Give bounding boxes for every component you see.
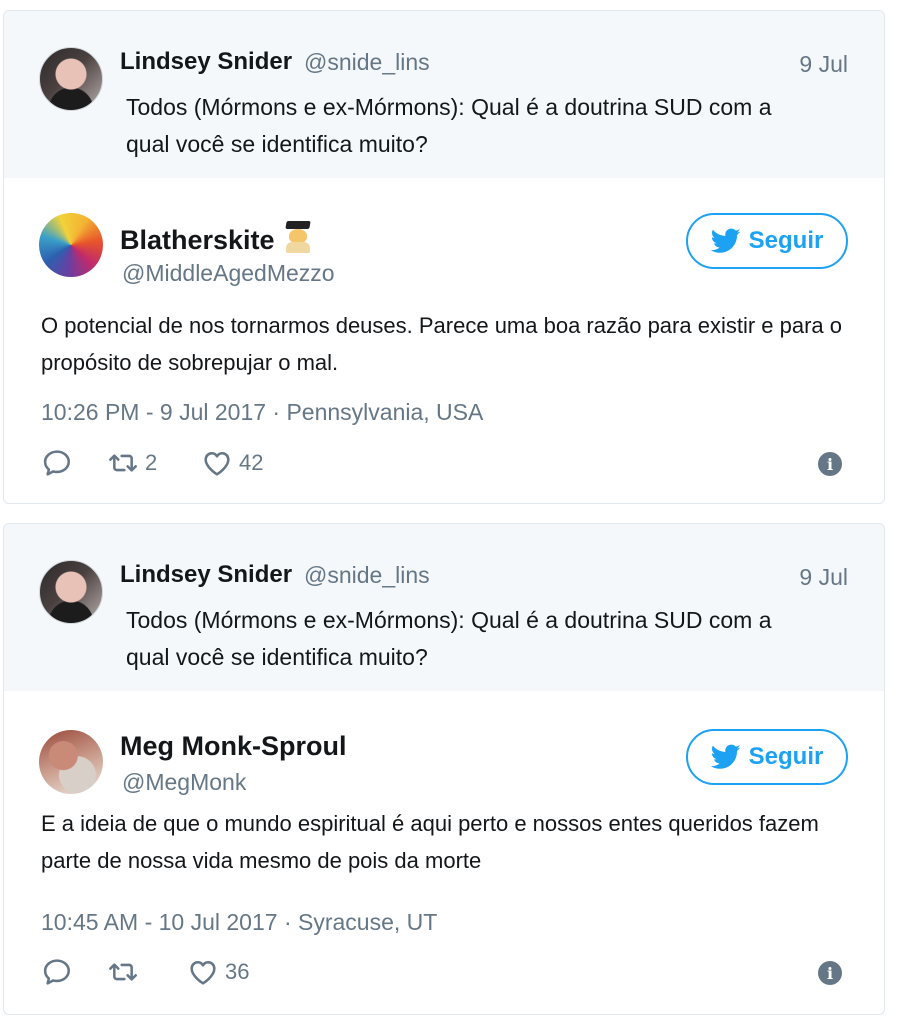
tweet-card[interactable]: Lindsey Snider @snide_lins 9 Jul Todos (…: [3, 10, 885, 504]
like-button[interactable]: 42: [201, 447, 263, 479]
author-handle[interactable]: @snide_lins: [304, 49, 430, 76]
twitter-bird-icon: [710, 228, 741, 253]
like-button[interactable]: 36: [187, 956, 249, 988]
avatar[interactable]: [39, 47, 103, 111]
reply-icon: [43, 959, 70, 985]
tweet-actions: 2 42 i: [41, 447, 848, 483]
reply-icon: [43, 450, 70, 476]
twitter-bird-icon: [710, 744, 741, 769]
info-icon[interactable]: i: [818, 961, 842, 985]
reply-button[interactable]: [41, 956, 73, 988]
author-name[interactable]: Lindsey Snider: [120, 561, 292, 589]
author-name[interactable]: Meg Monk-Sproul: [120, 731, 346, 762]
tweet-actions: 36 i: [41, 956, 848, 992]
retweet-icon: [109, 454, 137, 472]
tweet-text: E a ideia de que o mundo espiritual é aq…: [41, 811, 819, 873]
like-count: 36: [225, 959, 250, 984]
follow-button[interactable]: Seguir: [686, 213, 848, 269]
parent-tweet[interactable]: Lindsey Snider @snide_lins 9 Jul Todos (…: [4, 524, 884, 691]
author-handle[interactable]: @snide_lins: [304, 562, 430, 589]
tweet-text: O potencial de nos tornarmos deuses. Par…: [41, 313, 843, 375]
follow-label: Seguir: [748, 743, 824, 770]
author-name[interactable]: Blatherskite: [120, 221, 313, 256]
retweet-icon: [109, 963, 137, 981]
parent-tweet[interactable]: Lindsey Snider @snide_lins 9 Jul Todos (…: [4, 11, 884, 178]
like-count: 42: [239, 450, 264, 475]
graduate-emoji-icon: [283, 221, 313, 253]
avatar[interactable]: [39, 213, 103, 277]
retweet-button[interactable]: [107, 956, 145, 988]
tweet-text: Todos (Mórmons e ex-Mórmons): Qual é a d…: [126, 607, 772, 670]
retweet-count: 2: [145, 450, 158, 475]
follow-label: Seguir: [748, 227, 824, 254]
follow-button[interactable]: Seguir: [686, 729, 848, 785]
tweet-timestamp[interactable]: 10:26 PM - 9 Jul 2017 · Pennsylvania, US…: [41, 399, 483, 426]
author-name[interactable]: Lindsey Snider: [120, 48, 292, 76]
info-icon[interactable]: i: [818, 452, 842, 476]
tweet-text: Todos (Mórmons e ex-Mórmons): Qual é a d…: [126, 94, 772, 157]
author-handle[interactable]: @MegMonk: [122, 769, 246, 796]
author-handle[interactable]: @MiddleAgedMezzo: [122, 260, 335, 287]
tweet-timestamp[interactable]: 10:45 AM - 10 Jul 2017 · Syracuse, UT: [41, 909, 437, 936]
like-icon: [190, 961, 216, 985]
tweet-date[interactable]: 9 Jul: [799, 564, 848, 591]
tweet-date[interactable]: 9 Jul: [799, 51, 848, 78]
author-name-text: Blatherskite: [120, 225, 275, 255]
avatar[interactable]: [39, 560, 103, 624]
like-icon: [204, 452, 230, 476]
retweet-button[interactable]: 2: [107, 447, 157, 479]
reply-button[interactable]: [41, 447, 73, 479]
tweet-card[interactable]: Lindsey Snider @snide_lins 9 Jul Todos (…: [3, 523, 885, 1015]
avatar[interactable]: [39, 730, 103, 794]
